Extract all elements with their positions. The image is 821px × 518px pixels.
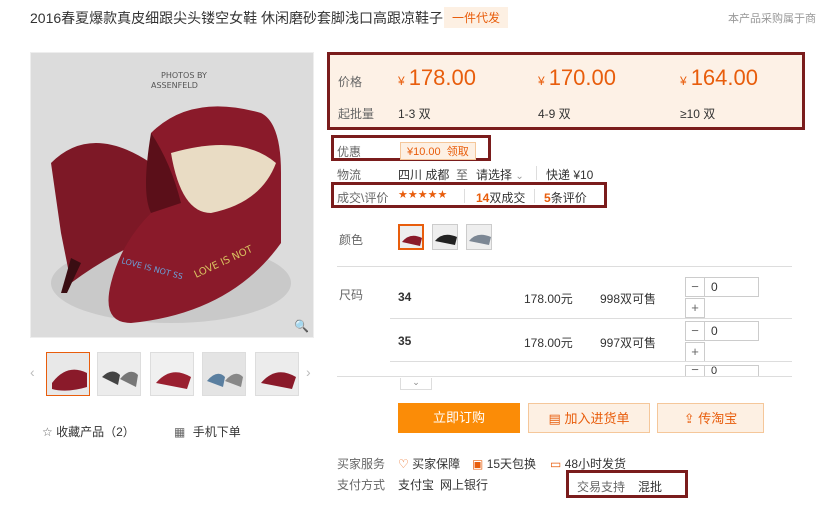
mobile-order-label: 手机下单 (192, 425, 241, 439)
price-tier-1: ¥178.00 (398, 65, 476, 90)
size-price: 178.00元 (524, 292, 573, 306)
star-outline-icon: ☆ (42, 425, 53, 439)
thumbnail[interactable] (46, 352, 90, 396)
increment-button[interactable]: + (685, 298, 705, 318)
trade-support-value: 混批 (638, 480, 663, 494)
favorite-button[interactable]: ☆ 收藏产品（2） (42, 423, 135, 440)
decrement-button[interactable]: − (685, 321, 705, 341)
product-title: 2016春夏爆款真皮细跟尖头镂空女鞋 休闲磨砂套脚浅口高跟凉鞋子 (30, 10, 444, 26)
shipping-origin: 四川 成都 (398, 168, 450, 182)
dropship-badge[interactable]: 一件代发 (444, 7, 509, 28)
coupon-button[interactable]: ¥10.00 领取 (400, 142, 476, 160)
price-tier-3: ¥164.00 (680, 65, 758, 90)
purchase-notice: 本产品采购属于商 (728, 13, 816, 25)
thumbnail[interactable] (97, 352, 141, 396)
svg-text:PHOTOS BY: PHOTOS BY (161, 71, 207, 80)
service-exchange[interactable]: ▣ 15天包换 (472, 455, 536, 472)
size-label: 尺码 (339, 288, 364, 302)
shield-icon: ♡ (398, 457, 409, 471)
upload-icon: ⇪ (683, 411, 695, 426)
price-panel: 价格 起批量 ¥178.00 ¥170.00 ¥164.00 1-3 双 4-9… (327, 52, 805, 130)
send-taobao-button[interactable]: ⇪ 传淘宝 (657, 403, 764, 433)
chevron-left-icon[interactable]: ‹ (30, 364, 35, 380)
quantity-input[interactable]: 0 (704, 321, 759, 341)
thumbnail[interactable] (255, 352, 299, 396)
size-stock: 998双可售 (600, 292, 657, 306)
shoe-image: LOVE IS NOT LOVE IS NOT SS PHOTOS BY ASS… (31, 53, 313, 337)
reviews-row: 成交\评价 ★★★★★ 14双成交 5条评价 (331, 182, 607, 208)
thumbnail[interactable] (150, 352, 194, 396)
size-price: 178.00元 (524, 336, 573, 350)
main-product-image[interactable]: LOVE IS NOT LOVE IS NOT SS PHOTOS BY ASS… (30, 52, 314, 338)
promo-label: 优惠 (337, 145, 362, 159)
svg-text:ASSENFELD: ASSENFELD (151, 81, 198, 90)
chevron-right-icon[interactable]: › (306, 364, 311, 380)
qrcode-icon: ▦ (174, 425, 186, 439)
payment-bank: 网上银行 (440, 478, 489, 492)
moq-tier-2: 4-9 双 (538, 107, 571, 121)
promo-row: 优惠 ¥10.00 领取 (331, 135, 491, 161)
chevron-down-icon: ⌄ (515, 171, 524, 182)
size-value: 35 (398, 334, 412, 348)
service-guarantee[interactable]: ♡ 买家保障 (398, 455, 460, 472)
payment-alipay: 支付宝 (398, 478, 435, 492)
increment-button[interactable]: + (685, 342, 705, 362)
calendar-icon: ▣ (472, 457, 484, 471)
add-to-list-button[interactable]: ▤ 加入进货单 (528, 403, 650, 433)
quantity-input[interactable]: 0 (704, 277, 759, 297)
moq-label: 起批量 (338, 107, 375, 121)
size-value: 34 (398, 290, 412, 304)
zoom-icon[interactable]: 🔍 (294, 319, 309, 333)
decrement-button[interactable]: − (685, 363, 705, 376)
reviews-label: 成交\评价 (337, 191, 389, 205)
shipping-to: 至 (456, 168, 469, 182)
express-fee: 快递 ¥10 (546, 168, 594, 182)
size-stock: 997双可售 (600, 336, 657, 350)
color-option-gray[interactable] (466, 224, 492, 250)
list-icon: ▤ (548, 411, 561, 426)
shipping-label: 物流 (337, 168, 362, 182)
favorite-label: 收藏产品（2） (56, 425, 135, 439)
rating-stars: ★★★★★ (398, 189, 448, 201)
mobile-order-button[interactable]: ▦ 手机下单 (174, 423, 241, 440)
trade-support-label: 交易支持 (577, 480, 626, 494)
buyer-service-label: 买家服务 (337, 457, 386, 471)
truck-icon: ▭ (550, 457, 562, 471)
quantity-input[interactable]: 0 (704, 365, 759, 377)
color-option-wine[interactable] (398, 224, 424, 250)
buy-now-button[interactable]: 立即订购 (398, 403, 520, 433)
price-tier-2: ¥170.00 (538, 65, 616, 90)
thumbnail-strip: ‹ › (30, 350, 320, 398)
expand-sizes-button[interactable]: ⌄ (400, 378, 432, 390)
reviews-link[interactable]: 5条评价 (544, 189, 587, 206)
destination-select[interactable]: 请选择 ⌄ (476, 166, 524, 183)
color-option-black[interactable] (432, 224, 458, 250)
moq-tier-3: ≥10 双 (680, 107, 716, 121)
color-label: 颜色 (339, 233, 364, 247)
trade-support-row: 交易支持 混批 (566, 470, 688, 498)
thumbnail[interactable] (202, 352, 246, 396)
deals-link[interactable]: 14双成交 (476, 189, 525, 206)
payment-label: 支付方式 (337, 478, 386, 492)
chevron-down-icon: ⌄ (412, 377, 420, 387)
decrement-button[interactable]: − (685, 277, 705, 297)
moq-tier-1: 1-3 双 (398, 107, 431, 121)
price-label: 价格 (338, 75, 363, 89)
